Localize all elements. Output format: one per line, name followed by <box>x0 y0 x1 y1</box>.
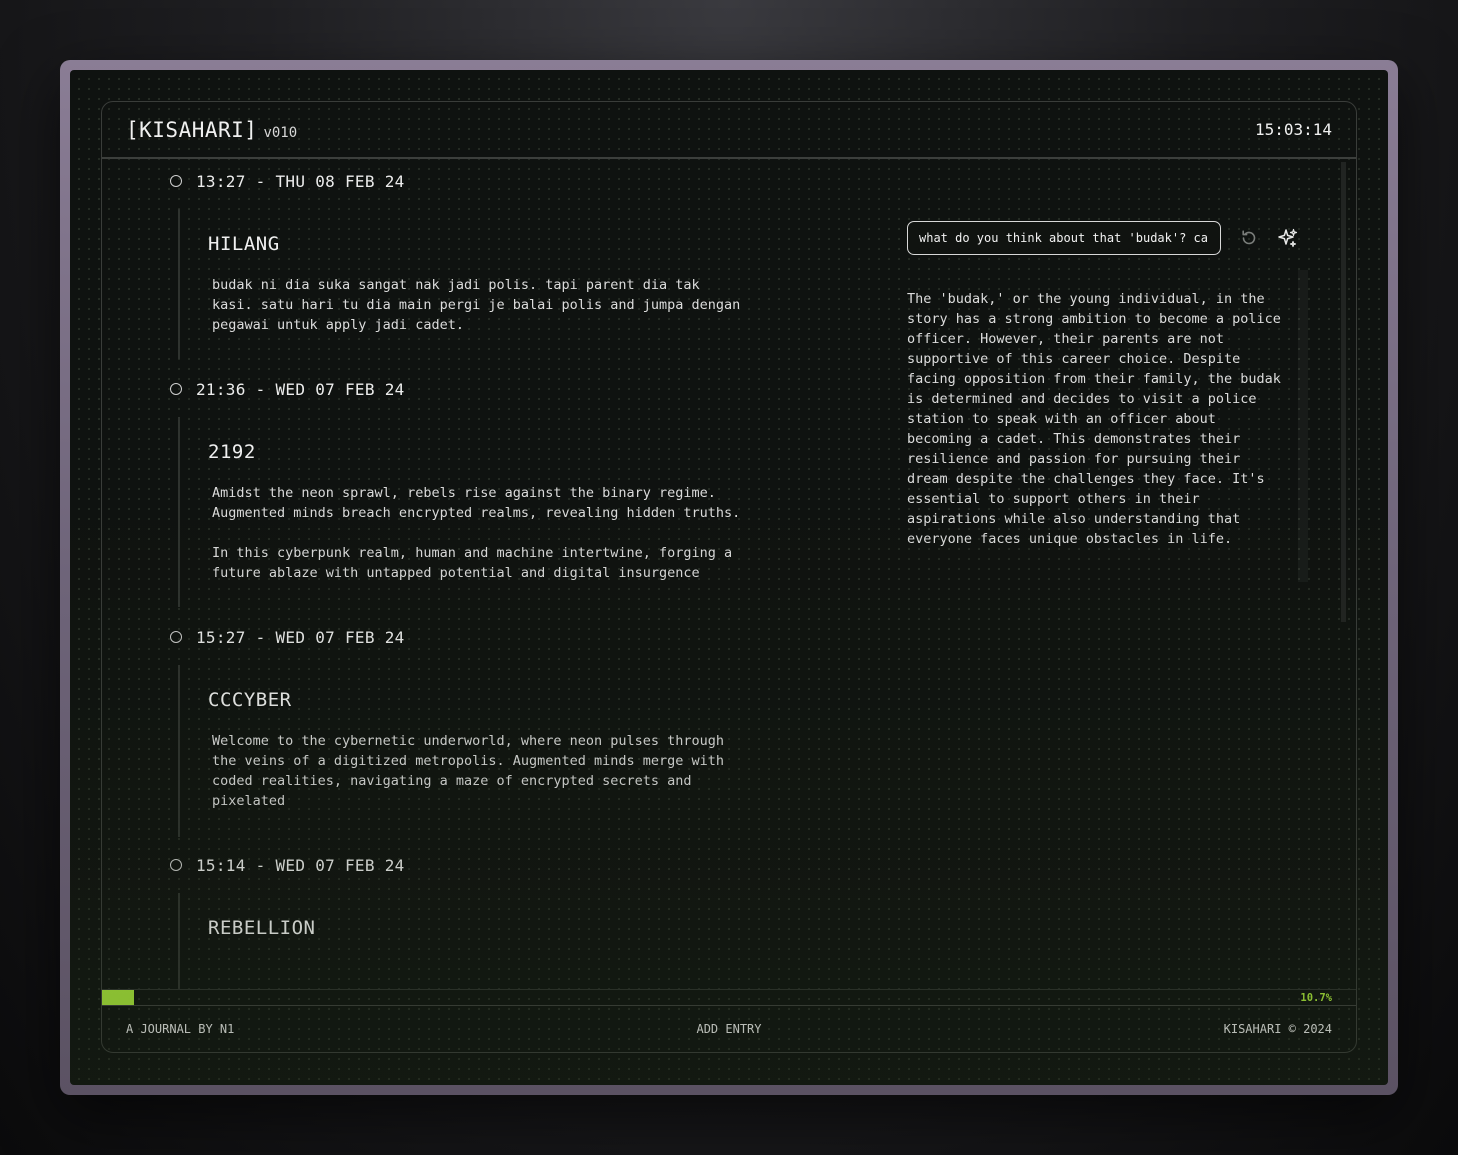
entry-body: 2192 Amidst the neon sprawl, rebels rise… <box>178 417 772 607</box>
entry-body: CCCYBER Welcome to the cybernetic underw… <box>178 665 772 837</box>
journal-entry[interactable]: 15:27 - WED 07 FEB 24 CCCYBER Welcome to… <box>170 627 810 847</box>
timeline-dot-icon <box>170 383 182 395</box>
entry-body: REBELLION <box>178 893 315 989</box>
entry-title[interactable]: HILANG <box>208 233 772 255</box>
timeline-dot-icon <box>170 859 182 871</box>
entry-text: budak ni dia suka sangat nak jadi polis.… <box>212 277 741 333</box>
app-footer: A JOURNAL BY N1 ADD ENTRY KISAHARI © 202… <box>102 1005 1356 1052</box>
app-title: [KISAHARI] <box>126 117 258 142</box>
main-scrollbar[interactable] <box>1341 162 1346 622</box>
ai-response-scrollbar[interactable] <box>1298 270 1308 582</box>
device-bezel: [KISAHARI] v010 15:03:14 13:27 - THU 08 F… <box>60 60 1398 1095</box>
entry-date: 15:27 - WED 07 FEB 24 <box>196 627 405 647</box>
entry-date-row: 21:36 - WED 07 FEB 24 <box>170 379 810 399</box>
entry-date: 15:14 - WED 07 FEB 24 <box>196 855 405 875</box>
footer-credit: A JOURNAL BY N1 <box>126 1022 235 1036</box>
timeline-dot-icon <box>170 631 182 643</box>
ai-assistant-panel: The 'budak,' or the young individual, in… <box>907 221 1327 549</box>
entry-text: Amidst the neon sprawl, rebels rise agai… <box>212 485 741 581</box>
add-entry-button[interactable]: ADD ENTRY <box>696 1022 761 1036</box>
screen: [KISAHARI] v010 15:03:14 13:27 - THU 08 F… <box>70 70 1388 1085</box>
refresh-icon[interactable] <box>1238 227 1260 249</box>
footer-copyright: KISAHARI © 2024 <box>1223 1022 1332 1036</box>
entry-date-row: 13:27 - THU 08 FEB 24 <box>170 171 810 191</box>
progress-fill <box>102 990 134 1006</box>
progress-label: 10.7% <box>1300 992 1332 1004</box>
entry-date-row: 15:14 - WED 07 FEB 24 <box>170 855 810 875</box>
entry-body: HILANG budak ni dia suka sangat nak jadi… <box>178 209 772 359</box>
ai-response-text: The 'budak,' or the young individual, in… <box>907 291 1281 547</box>
ai-prompt-input[interactable] <box>907 221 1221 255</box>
entry-date: 21:36 - WED 07 FEB 24 <box>196 379 405 399</box>
journal-entry[interactable]: 13:27 - THU 08 FEB 24 HILANG budak ni di… <box>170 171 810 371</box>
clock: 15:03:14 <box>1254 120 1332 139</box>
sparkle-icon[interactable] <box>1277 227 1299 249</box>
app-version: v010 <box>263 124 298 141</box>
entry-title[interactable]: REBELLION <box>208 917 315 939</box>
entry-date-row: 15:27 - WED 07 FEB 24 <box>170 627 810 647</box>
app-header: [KISAHARI] v010 15:03:14 <box>102 102 1356 159</box>
brand: [KISAHARI] v010 <box>126 118 297 142</box>
journal-feed[interactable]: 13:27 - THU 08 FEB 24 HILANG budak ni di… <box>102 161 862 989</box>
entry-date: 13:27 - THU 08 FEB 24 <box>196 171 405 191</box>
entry-text: Welcome to the cybernetic underworld, wh… <box>212 733 725 809</box>
timeline-dot-icon <box>170 175 182 187</box>
entry-title[interactable]: CCCYBER <box>208 689 772 711</box>
journal-entry[interactable]: 21:36 - WED 07 FEB 24 2192 Amidst the ne… <box>170 379 810 619</box>
journal-entry[interactable]: 15:14 - WED 07 FEB 24 REBELLION <box>170 855 810 989</box>
prompt-row <box>907 221 1327 255</box>
app-panel: [KISAHARI] v010 15:03:14 13:27 - THU 08 F… <box>101 101 1357 1053</box>
entry-title[interactable]: 2192 <box>208 441 772 463</box>
progress-bar: 10.7% <box>102 989 1356 1006</box>
